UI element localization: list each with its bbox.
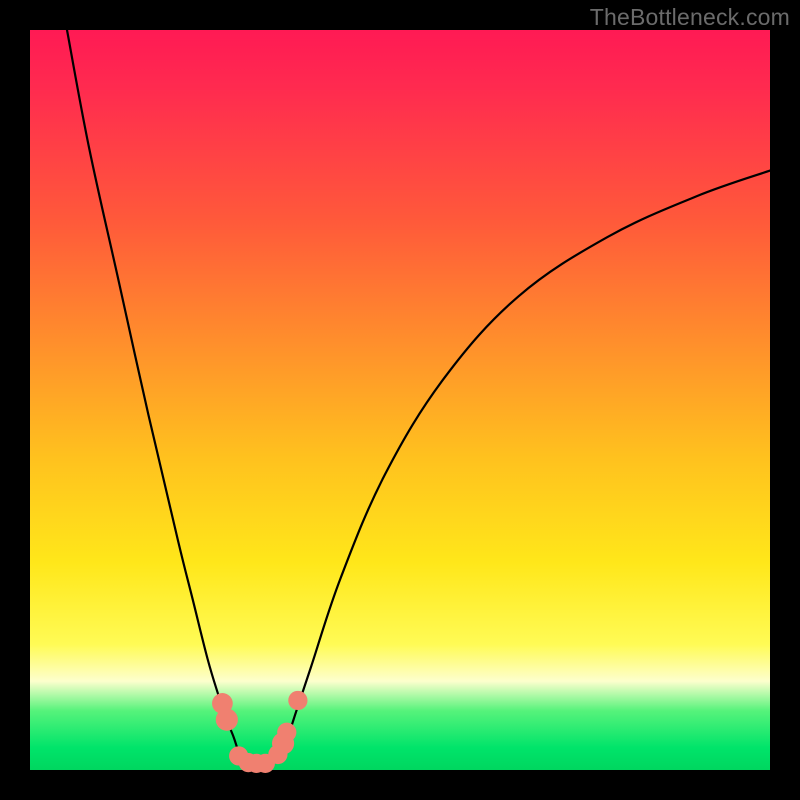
- data-marker: [288, 691, 307, 710]
- watermark-text: TheBottleneck.com: [590, 4, 790, 31]
- marker-group: [212, 691, 307, 773]
- data-marker: [216, 709, 238, 731]
- curve-left-branch: [67, 30, 259, 770]
- outer-frame: TheBottleneck.com: [0, 0, 800, 800]
- plot-area: [30, 30, 770, 770]
- curve-paths: [67, 30, 770, 770]
- curve-right-branch: [259, 171, 770, 770]
- curve-svg: [30, 30, 770, 770]
- data-marker: [277, 723, 296, 742]
